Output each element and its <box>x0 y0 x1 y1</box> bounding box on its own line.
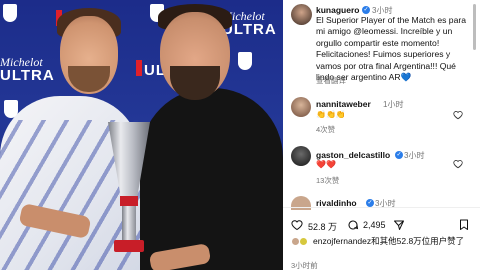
comment-likes[interactable]: 13次赞 <box>316 175 339 186</box>
comment-like-heart-icon[interactable] <box>453 159 463 169</box>
share-icon[interactable] <box>393 219 405 231</box>
comment-verified: ✓ <box>393 150 403 159</box>
comment-text: ❤️❤️ <box>316 160 336 169</box>
author-avatar[interactable] <box>291 4 312 25</box>
post-time: 3小时前 <box>291 261 318 270</box>
player-right-shirt <box>140 88 283 270</box>
comment-avatar[interactable] <box>291 146 311 166</box>
fifa-logo-icon <box>3 4 17 22</box>
caption-author[interactable]: kunaguero <box>316 5 359 15</box>
comment-avatar[interactable] <box>291 97 311 117</box>
comments-count[interactable]: 2,495 <box>363 220 386 230</box>
caption-text: El Superior Player of the Match es para … <box>316 15 466 83</box>
comment-text: 👏👏👏 <box>316 110 346 119</box>
comment-username[interactable]: gaston_delcastillo <box>316 150 390 160</box>
verified-icon: ✓ <box>395 150 403 159</box>
divider <box>283 207 480 208</box>
comment-verified: ✓ <box>364 198 374 207</box>
trophy <box>108 122 150 252</box>
see-translation-link[interactable]: 查看翻译 <box>316 75 346 86</box>
comment-time: 1小时 <box>383 100 404 109</box>
post-photo[interactable]: Michelot ULTRA ULTRA Michelot ULTRA <box>0 0 283 270</box>
comment-likes[interactable]: 4次赞 <box>316 124 335 135</box>
verified-icon: ✓ <box>362 5 370 14</box>
red-bar-decor <box>136 60 142 76</box>
verified-icon: ✓ <box>366 198 374 207</box>
scrollbar[interactable] <box>473 4 476 50</box>
brand-left-ultra: ULTRA <box>0 67 55 84</box>
post-viewer: Michelot ULTRA ULTRA Michelot ULTRA kun <box>0 0 480 270</box>
bookmark-icon[interactable] <box>458 218 470 231</box>
trophy-logo-icon <box>238 52 252 70</box>
comment-time: 3小时 <box>404 151 425 160</box>
caption-author-verified: ✓ <box>360 5 370 14</box>
likes-count[interactable]: 52.8 万 <box>308 220 337 233</box>
comment-icon[interactable] <box>347 219 359 231</box>
comment-like-heart-icon[interactable] <box>453 110 463 120</box>
comment-username[interactable]: nannitaweber <box>316 99 371 109</box>
liker-avatar <box>299 237 308 246</box>
liked-by-text[interactable]: enzojfernandez和其他52.8万位用户赞了 <box>313 236 475 246</box>
heart-icon[interactable] <box>291 219 303 231</box>
